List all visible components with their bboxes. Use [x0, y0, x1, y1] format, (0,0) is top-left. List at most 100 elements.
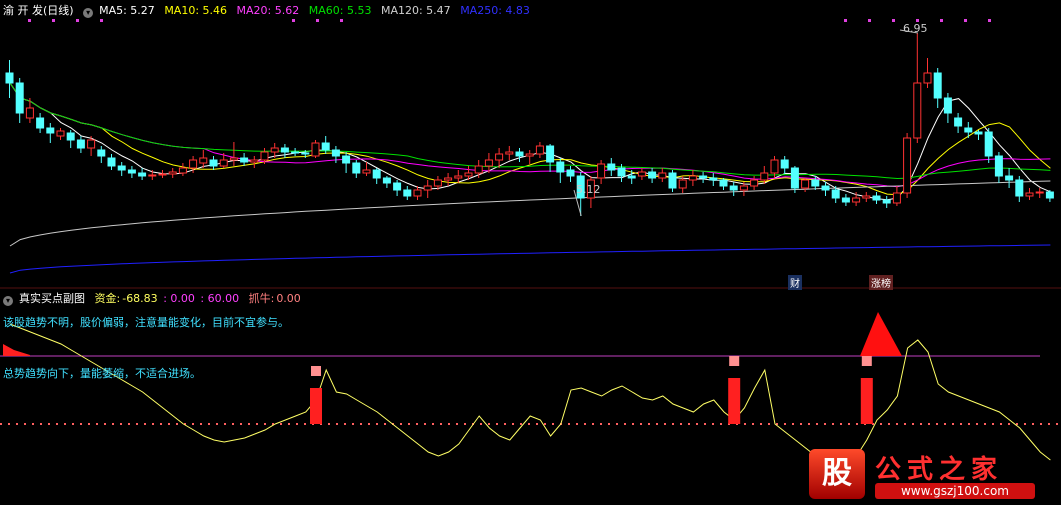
candle — [311, 140, 320, 158]
ma5-label: MA5: 5.27 — [99, 4, 155, 17]
candle — [699, 172, 708, 183]
ma250-label: MA250: 4.83 — [460, 4, 530, 17]
finance-badge[interactable]: 财 — [788, 275, 802, 290]
moving-averages — [9, 82, 1051, 274]
candle — [964, 122, 973, 138]
candle — [750, 176, 759, 190]
ma10-label: MA10: 5.46 — [164, 4, 228, 17]
candle — [127, 166, 136, 178]
candle — [525, 150, 534, 164]
candle — [1045, 190, 1054, 202]
candle — [352, 160, 361, 178]
trend-message-2: 总势趋势向下，量能萎缩，不适合进场。 — [3, 367, 201, 380]
candle — [923, 58, 932, 88]
candle — [36, 113, 45, 133]
candle — [515, 148, 524, 162]
trend-message-1: 该股趋势不明，股价偏弱，注意量能变化，目前不宜参与。 — [3, 316, 289, 329]
sub-header: ▾ 真实买点副图 资金: -68.83 : 0.00 : 60.00 抓牛: 0.00 — [3, 291, 307, 307]
signal-dot — [292, 19, 295, 22]
candle — [444, 173, 453, 186]
collapse-icon[interactable]: ▾ — [83, 8, 94, 18]
candle — [658, 168, 667, 182]
candle — [607, 158, 616, 176]
candle — [556, 158, 565, 183]
candle — [25, 98, 34, 123]
stock-chart-window: { "header": { "stock_name": "渝 开 发", "pe… — [0, 0, 1061, 505]
buy-signal-bar — [310, 388, 322, 424]
candle — [862, 192, 871, 202]
top-markers — [28, 19, 991, 22]
candlesticks — [5, 29, 1054, 217]
candle — [943, 93, 952, 123]
candle — [280, 144, 289, 158]
candle — [841, 194, 850, 206]
candle — [627, 170, 636, 184]
fund-label: 资金: — [94, 292, 121, 305]
candle — [801, 178, 810, 192]
candle — [719, 178, 728, 190]
candle — [688, 170, 697, 186]
signal-triangle — [860, 312, 902, 356]
candle — [597, 160, 606, 184]
fund-value: -68.83 — [122, 292, 158, 305]
catch-label: 抓牛: — [248, 292, 275, 305]
candle — [372, 168, 381, 184]
limit-up-badge[interactable]: 涨榜 — [869, 275, 893, 290]
candle — [382, 176, 391, 188]
ma120-label: MA120: 5.47 — [380, 4, 451, 17]
candle — [178, 163, 187, 176]
candle — [117, 162, 126, 176]
signal-dot — [868, 19, 871, 22]
high-price-label: 6.95 — [903, 22, 928, 35]
signal-dot — [844, 19, 847, 22]
buy-signal-bar — [728, 378, 741, 424]
candle — [5, 60, 14, 98]
signal-dot — [28, 19, 31, 22]
candle — [872, 192, 881, 204]
low-price-label: 5.12 — [576, 183, 601, 196]
stock-name: 渝 开 发 — [3, 4, 43, 17]
candle — [423, 180, 432, 198]
candle — [1025, 188, 1034, 200]
site-logo: 股 公式之家 www.gszj100.com — [809, 449, 1039, 501]
ma20-line — [9, 82, 1051, 188]
candle — [1015, 176, 1024, 202]
candle — [974, 130, 983, 140]
buy-signal-bar — [860, 378, 873, 424]
value-2: : 0.00 — [163, 292, 195, 305]
value-3: : 60.00 — [200, 292, 240, 305]
candle — [148, 170, 157, 180]
candle — [291, 148, 300, 156]
candle — [403, 186, 412, 200]
candle — [994, 152, 1003, 183]
candle — [158, 170, 167, 178]
main-header: 渝 开 发(日线) ▾ MA5: 5.27 MA10: 5.46 MA20: 5.… — [3, 3, 536, 19]
candle — [168, 168, 177, 178]
ma60-label: MA60: 5.53 — [308, 4, 372, 17]
logo-text: 公式之家 — [875, 455, 1004, 485]
candle — [342, 152, 351, 173]
candle — [393, 180, 402, 196]
candle — [668, 170, 677, 192]
ma60-line — [9, 82, 1051, 180]
signal-dot — [340, 19, 343, 22]
ma5-line — [9, 82, 1051, 201]
collapse-icon[interactable]: ▾ — [3, 296, 13, 306]
candle — [546, 144, 555, 172]
signal-dot — [940, 19, 943, 22]
candle — [903, 133, 912, 198]
candle — [107, 154, 116, 170]
candle — [66, 130, 75, 148]
candle — [566, 166, 575, 182]
signal-dot — [316, 19, 319, 22]
logo-url: www.gszj100.com — [875, 483, 1035, 499]
indicator-title: 真实买点副图 — [19, 292, 85, 305]
signal-dot — [52, 19, 55, 22]
period-label: (日线) — [43, 4, 74, 17]
ma20-label: MA20: 5.62 — [236, 4, 300, 17]
candle — [882, 196, 891, 208]
candle — [729, 182, 738, 196]
candle — [250, 156, 259, 168]
logo-icon: 股 — [809, 449, 865, 499]
signal-dot — [964, 19, 967, 22]
